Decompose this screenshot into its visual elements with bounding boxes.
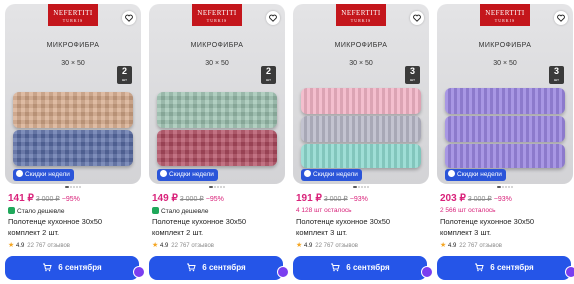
promo-label: Стало дешевле — [8, 207, 64, 215]
reviews-count: 22 767 отзывов — [315, 243, 358, 249]
product-card[interactable]: NEFERTITI TURKIS МИКРОФИБРА 30 × 50 3 шт С… — [437, 4, 574, 282]
towel-image — [301, 144, 421, 168]
rating: ★ 4.9 22 767 отзывов — [440, 242, 502, 249]
price: 149 ₽ — [152, 193, 178, 204]
pieces-badge: 3 шт — [405, 66, 420, 84]
towel-image — [445, 144, 565, 168]
weekly-discount-badge: Скидки недели — [301, 169, 362, 181]
badge-icon — [160, 170, 167, 177]
cart-icon — [43, 263, 52, 272]
cart-icon — [187, 263, 196, 272]
rating: ★ 4.9 22 767 отзывов — [296, 242, 358, 249]
towel-image — [13, 92, 133, 128]
rating: ★ 4.9 22 767 отзывов — [152, 242, 214, 249]
star-icon: ★ — [440, 242, 447, 249]
add-to-cart-button[interactable]: 6 сентября — [293, 256, 427, 280]
discount: −95% — [61, 196, 80, 203]
discount: −93% — [349, 196, 368, 203]
material-label: МИКРОФИБРА — [478, 42, 532, 49]
price-row: 191 ₽3 000 ₽ −93% — [296, 193, 368, 204]
heart-icon[interactable] — [122, 11, 136, 25]
product-card[interactable]: NEFERTITI TURKIS МИКРОФИБРА 30 × 50 2 шт С… — [5, 4, 145, 282]
price: 141 ₽ — [8, 193, 34, 204]
add-to-cart-button[interactable]: 6 сентября — [437, 256, 571, 280]
old-price: 3 000 ₽ — [323, 196, 348, 203]
heart-icon[interactable] — [554, 11, 568, 25]
rating: ★ 4.9 22 767 отзывов — [8, 242, 70, 249]
pieces-badge: 2 шт — [261, 66, 276, 84]
weekly-discount-badge: Скидки недели — [157, 169, 218, 181]
badge-icon — [304, 170, 311, 177]
weekly-discount-badge: Скидки недели — [13, 169, 74, 181]
price: 203 ₽ — [440, 193, 466, 204]
product-photo[interactable]: NEFERTITI TURKIS МИКРОФИБРА 30 × 50 2 шт С… — [5, 4, 141, 184]
cart-icon — [475, 263, 484, 272]
carousel-dots[interactable] — [5, 186, 141, 190]
promo-label: Стало дешевле — [152, 207, 208, 215]
heart-icon[interactable] — [410, 11, 424, 25]
towel-image — [301, 88, 421, 114]
towel-image — [301, 116, 421, 142]
towel-image — [157, 130, 277, 166]
price-drop-icon — [152, 207, 159, 214]
product-photo[interactable]: NEFERTITI TURKIS МИКРОФИБРА 30 × 50 2 шт С… — [149, 4, 285, 184]
pieces-badge: 3 шт — [549, 66, 564, 84]
product-photo[interactable]: NEFERTITI TURKIS МИКРОФИБРА 30 × 50 3 шт С… — [293, 4, 429, 184]
price-row: 203 ₽3 000 ₽ −93% — [440, 193, 512, 204]
carousel-dots[interactable] — [293, 186, 429, 190]
assistant-icon[interactable] — [133, 266, 145, 278]
star-icon: ★ — [296, 242, 303, 249]
carousel-dots[interactable] — [149, 186, 285, 190]
old-price: 3 000 ₽ — [467, 196, 492, 203]
towel-image — [445, 116, 565, 142]
price-drop-icon — [8, 207, 15, 214]
assistant-icon[interactable] — [565, 266, 574, 278]
reviews-count: 22 767 отзывов — [459, 243, 502, 249]
pieces-badge: 2 шт — [117, 66, 132, 84]
brand-logo: NEFERTITI TURKIS — [48, 4, 98, 26]
price-row: 141 ₽3 000 ₽ −95% — [8, 193, 80, 204]
discount: −95% — [205, 196, 224, 203]
discount: −93% — [493, 196, 512, 203]
stock-left-label: 4 128 шт осталось — [296, 207, 352, 214]
reviews-count: 22 767 отзывов — [27, 243, 70, 249]
reviews-count: 22 767 отзывов — [171, 243, 214, 249]
price-row: 149 ₽3 000 ₽ −95% — [152, 193, 224, 204]
towel-image — [157, 92, 277, 128]
product-card[interactable]: NEFERTITI TURKIS МИКРОФИБРА 30 × 50 3 шт С… — [293, 4, 433, 282]
star-icon: ★ — [152, 242, 159, 249]
old-price: 3 000 ₽ — [179, 196, 204, 203]
assistant-icon[interactable] — [421, 266, 433, 278]
add-to-cart-button[interactable]: 6 сентября — [149, 256, 283, 280]
heart-icon[interactable] — [266, 11, 280, 25]
brand-logo: NEFERTITI TURKIS — [480, 4, 530, 26]
product-photo[interactable]: NEFERTITI TURKIS МИКРОФИБРА 30 × 50 3 шт С… — [437, 4, 573, 184]
brand-logo: NEFERTITI TURKIS — [192, 4, 242, 26]
towel-image — [445, 88, 565, 114]
badge-icon — [16, 170, 23, 177]
product-title[interactable]: Полотенце кухонное 30х50 комплект 3 шт. — [296, 216, 428, 238]
carousel-dots[interactable] — [437, 186, 573, 190]
cart-icon — [331, 263, 340, 272]
product-title[interactable]: Полотенце кухонное 30х50 комплект 2 шт. — [8, 216, 140, 238]
brand-logo: NEFERTITI TURKIS — [336, 4, 386, 26]
old-price: 3 000 ₽ — [35, 196, 60, 203]
add-to-cart-button[interactable]: 6 сентября — [5, 256, 139, 280]
product-title[interactable]: Полотенце кухонное 30х50 комплект 2 шт. — [152, 216, 284, 238]
product-grid: NEFERTITI TURKIS МИКРОФИБРА 30 × 50 2 шт С… — [0, 0, 574, 284]
product-card[interactable]: NEFERTITI TURKIS МИКРОФИБРА 30 × 50 2 шт С… — [149, 4, 289, 282]
assistant-icon[interactable] — [277, 266, 289, 278]
badge-icon — [448, 170, 455, 177]
price: 191 ₽ — [296, 193, 322, 204]
material-label: МИКРОФИБРА — [334, 42, 388, 49]
material-label: МИКРОФИБРА — [46, 42, 100, 49]
star-icon: ★ — [8, 242, 15, 249]
towel-image — [13, 130, 133, 166]
weekly-discount-badge: Скидки недели — [445, 169, 506, 181]
product-title[interactable]: Полотенце кухонное 30х50 комплект 3 шт. — [440, 216, 572, 238]
stock-left-label: 2 566 шт осталось — [440, 207, 496, 214]
material-label: МИКРОФИБРА — [190, 42, 244, 49]
